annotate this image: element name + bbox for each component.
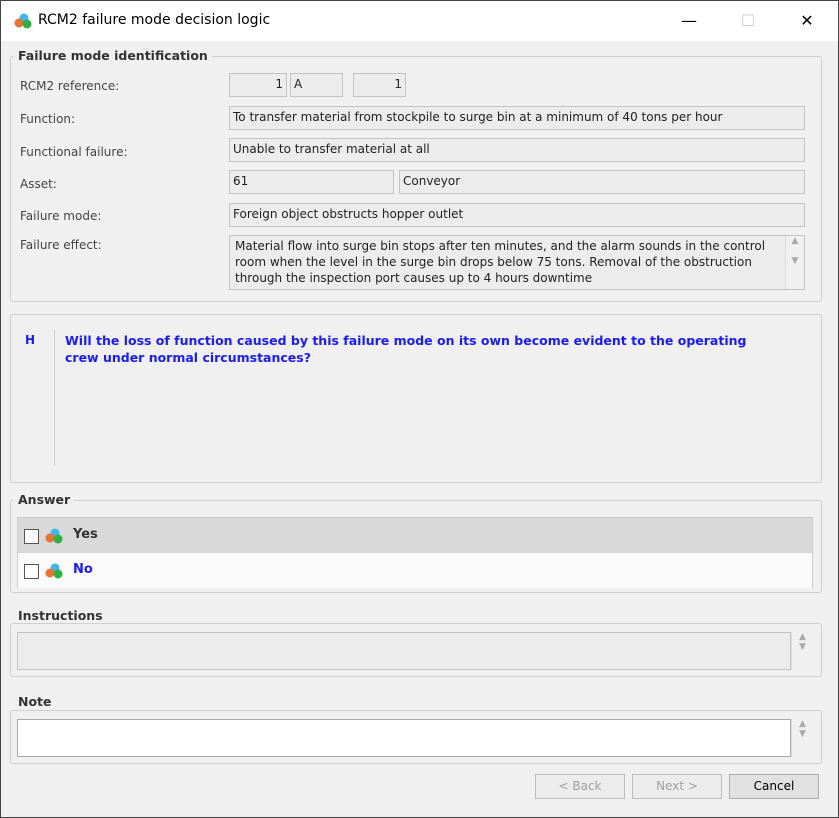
checkbox[interactable] <box>24 564 39 579</box>
back-button[interactable]: < Back <box>535 774 625 799</box>
answer-label: No <box>73 562 93 577</box>
rcm2-reference-label: RCM2 reference: <box>20 79 120 93</box>
asset-id-field: 61 <box>229 170 394 194</box>
failure-effect-field: Material flow into surge bin stops after… <box>229 235 805 290</box>
failure-effect-label: Failure effect: <box>20 238 102 252</box>
answer-heading: Answer <box>14 492 75 507</box>
title-bar: RCM2 failure mode decision logic — ☐ ✕ <box>1 1 838 41</box>
checkbox[interactable] <box>24 529 39 544</box>
answer-label: Yes <box>73 527 98 542</box>
question-code: H <box>25 333 36 347</box>
functional-failure-field: Unable to transfer material at all <box>229 138 805 162</box>
instructions-heading: Instructions <box>14 608 107 623</box>
ref-field-2: A <box>290 73 343 97</box>
asset-name-field: Conveyor <box>399 170 805 194</box>
note-scrollbar[interactable]: ▲ ▼ <box>791 719 813 757</box>
maximize-button[interactable]: ☐ <box>733 9 763 33</box>
failure-mode-label: Failure mode: <box>20 209 102 223</box>
identification-heading: Failure mode identification <box>14 48 212 63</box>
question-divider <box>54 330 55 466</box>
answer-option-no[interactable]: No <box>18 553 812 588</box>
decision-icon <box>45 563 63 579</box>
answer-option-yes[interactable]: Yes <box>18 518 812 553</box>
minimize-button[interactable]: — <box>674 9 704 33</box>
app-icon <box>14 13 32 29</box>
ref-field-3: 1 <box>353 73 406 97</box>
window-title: RCM2 failure mode decision logic <box>38 12 271 28</box>
cancel-button[interactable]: Cancel <box>729 774 819 799</box>
function-label: Function: <box>20 112 76 126</box>
question-text: Will the loss of function caused by this… <box>65 333 747 365</box>
failure-effect-scrollbar[interactable]: ▲ ▼ <box>785 236 804 289</box>
note-input[interactable] <box>17 719 791 757</box>
decision-icon <box>45 528 63 544</box>
function-field: To transfer material from stockpile to s… <box>229 106 805 130</box>
close-button[interactable]: ✕ <box>792 9 822 33</box>
instructions-field <box>17 632 791 670</box>
next-button[interactable]: Next > <box>632 774 722 799</box>
instructions-scrollbar[interactable]: ▲ ▼ <box>791 632 813 670</box>
ref-field-1: 1 <box>229 73 287 97</box>
functional-failure-label: Functional failure: <box>20 145 128 159</box>
note-heading: Note <box>14 694 56 709</box>
asset-label: Asset: <box>20 177 57 191</box>
failure-mode-field: Foreign object obstructs hopper outlet <box>229 203 805 227</box>
